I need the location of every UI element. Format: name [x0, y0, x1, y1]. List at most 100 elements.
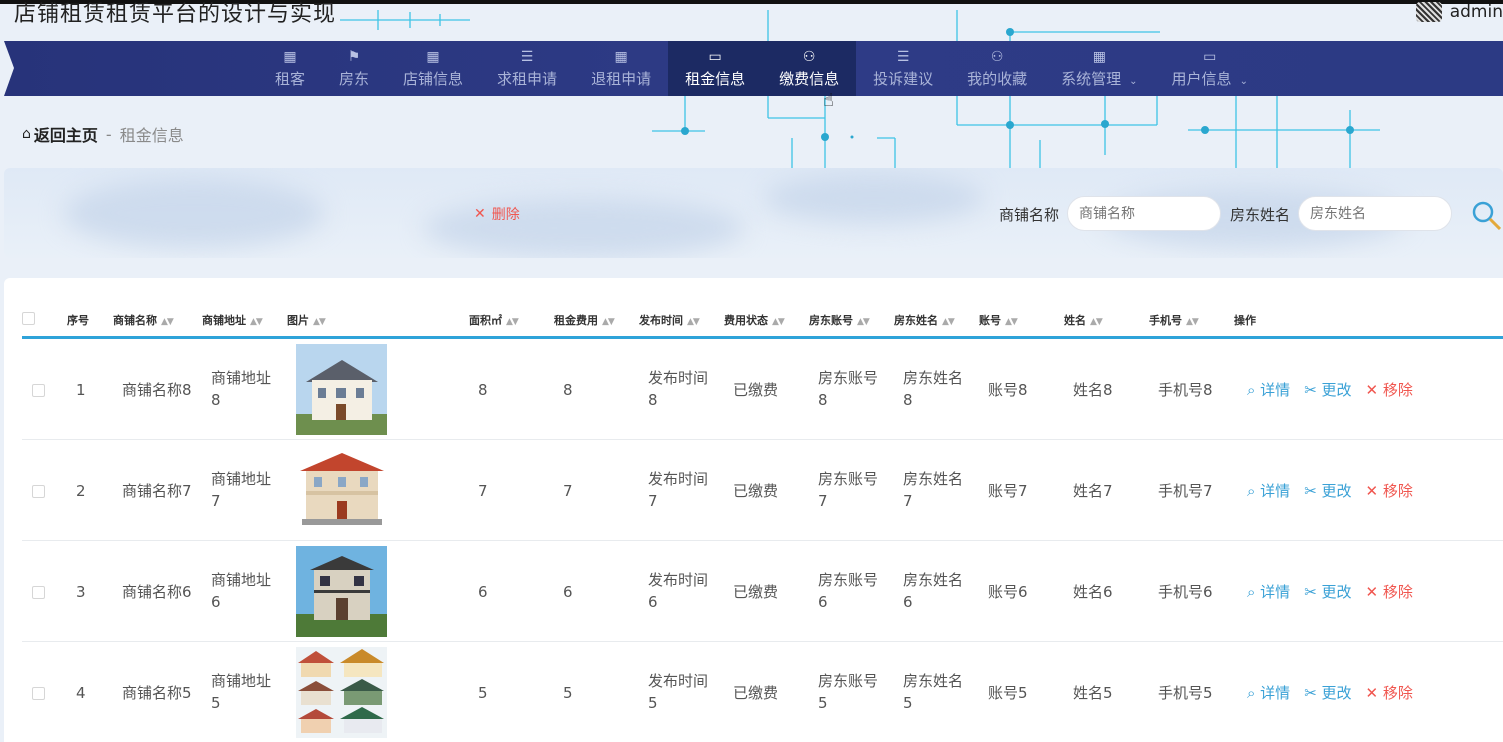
scissors-icon: ✂: [1304, 684, 1322, 702]
cell-account: 账号5: [988, 684, 1028, 702]
row-checkbox[interactable]: [32, 384, 45, 397]
cell-shop-address: 商铺地址 8: [211, 367, 271, 411]
cell-line: 8: [648, 391, 658, 409]
remove-button[interactable]: ✕ 移除: [1366, 682, 1413, 703]
column-header-label: 姓名: [1064, 314, 1086, 327]
edit-button[interactable]: ✂ 更改: [1304, 480, 1351, 501]
column-header-fee-status[interactable]: 费用状态 ▲▼: [724, 312, 785, 328]
landlord-name-input[interactable]: [1298, 196, 1452, 231]
nav-item-lease-termination[interactable]: ▦ 退租申请: [574, 41, 668, 96]
column-header-area[interactable]: 面积㎡ ▲▼: [469, 312, 519, 328]
cell-line: 房东账号: [818, 672, 879, 690]
edit-button[interactable]: ✂ 更改: [1304, 379, 1351, 400]
user-menu[interactable]: admin: [1415, 2, 1503, 22]
search-icon[interactable]: [1471, 200, 1501, 230]
table-row: 1 商铺名称8 商铺地址 8 8 8 发布时间 8 已缴费 房东账号 8 房东姓名 8 账号8 姓名8 手机号…: [22, 339, 1503, 440]
shop-thumbnail[interactable]: [296, 445, 387, 536]
column-header-label: 费用状态: [724, 314, 768, 327]
cell-line: 8: [903, 391, 913, 409]
column-header-rent[interactable]: 租金费用 ▲▼: [554, 312, 615, 328]
nav-item-rent-info[interactable]: ▭ 租金信息: [668, 41, 763, 96]
column-header-landlord-account[interactable]: 房东账号 ▲▼: [809, 312, 870, 328]
mouse-pointer-icon: ☝: [823, 90, 834, 111]
row-checkbox[interactable]: [32, 687, 45, 700]
nav-item-rent-request[interactable]: ☰ 求租申请: [480, 41, 574, 96]
close-icon: ✕: [1365, 381, 1383, 399]
column-header-image[interactable]: 图片 ▲▼: [287, 312, 326, 328]
sort-icon: ▲▼: [161, 317, 174, 327]
cell-line: 7: [648, 492, 658, 510]
nav-item-label: 缴费信息: [779, 70, 840, 88]
cell-line: 房东账号: [818, 369, 879, 387]
column-header-publish-time[interactable]: 发布时间 ▲▼: [639, 312, 700, 328]
nav-item-landlord[interactable]: ⚑ 房东: [322, 41, 386, 96]
scissors-icon: ✂: [1304, 381, 1322, 399]
cell-line: 发布时间: [648, 470, 709, 488]
nav-item-tenant[interactable]: ▦ 租客: [258, 41, 322, 96]
nav-item-favorites[interactable]: ⚇ 我的收藏: [950, 41, 1044, 96]
zoom-icon: ⌕: [1247, 482, 1261, 500]
view-detail-button[interactable]: ⌕ 详情: [1247, 379, 1290, 400]
column-header-shop-address[interactable]: 商铺地址 ▲▼: [202, 312, 263, 328]
cell-line: 7: [211, 492, 221, 510]
column-header-label: 租金费用: [554, 314, 598, 327]
nav-item-label-row: 系统管理 ⌄: [1061, 68, 1137, 89]
shop-thumbnail[interactable]: [296, 546, 387, 637]
column-header-account[interactable]: 账号 ▲▼: [979, 312, 1018, 328]
cell-phone: 手机号5: [1158, 684, 1213, 702]
cell-line: 6: [648, 593, 658, 611]
edit-button[interactable]: ✂ 更改: [1304, 682, 1351, 703]
remove-button[interactable]: ✕ 移除: [1366, 581, 1413, 602]
view-detail-button[interactable]: ⌕ 详情: [1247, 581, 1290, 602]
cell-line: 房东姓名: [903, 369, 964, 387]
shop-thumbnail[interactable]: [296, 344, 387, 435]
cell-landlord-account: 房东账号 8: [818, 367, 878, 411]
shop-name-input[interactable]: [1067, 196, 1221, 231]
row-checkbox[interactable]: [32, 586, 45, 599]
nav-item-label: 店铺信息: [403, 70, 464, 88]
nav-item-shop-info[interactable]: ▦ 店铺信息: [386, 41, 480, 96]
batch-delete-button[interactable]: ✕ 删除: [474, 204, 520, 224]
edit-label: 更改: [1321, 684, 1352, 702]
cell-rent: 7: [563, 482, 573, 500]
column-header-shop-name[interactable]: 商铺名称 ▲▼: [113, 312, 174, 328]
sort-icon: ▲▼: [1186, 317, 1199, 327]
cell-name: 姓名7: [1073, 482, 1113, 500]
cell-account: 账号6: [988, 583, 1028, 601]
column-header-name[interactable]: 姓名 ▲▼: [1064, 312, 1103, 328]
view-detail-button[interactable]: ⌕ 详情: [1247, 480, 1290, 501]
breadcrumb-home-link[interactable]: 返回主页: [34, 122, 98, 146]
close-icon: ✕: [1365, 482, 1383, 500]
edit-button[interactable]: ✂ 更改: [1304, 581, 1351, 602]
user-icon: ⚇: [802, 49, 816, 65]
cell-line: 商铺地址: [211, 369, 272, 387]
remove-button[interactable]: ✕ 移除: [1366, 480, 1413, 501]
sort-icon: ▲▼: [772, 317, 785, 327]
remove-label: 移除: [1382, 583, 1413, 601]
cell-landlord-name: 房东姓名 8: [903, 367, 963, 411]
chevron-down-icon: ⌄: [1129, 76, 1138, 87]
nav-item-user-info[interactable]: ▭ 用户信息 ⌄: [1155, 41, 1265, 96]
shop-thumbnail[interactable]: [296, 647, 387, 738]
cell-line: 商铺地址: [211, 672, 272, 690]
cell-area: 5: [478, 684, 488, 702]
cell-line: 5: [211, 694, 221, 712]
delete-label: 删除: [491, 207, 520, 223]
remove-label: 移除: [1382, 684, 1413, 702]
nav-item-payment-info[interactable]: ⚇ 缴费信息: [762, 41, 857, 96]
row-checkbox[interactable]: [32, 485, 45, 498]
nav-item-complaints[interactable]: ☰ 投诉建议: [856, 41, 950, 96]
cell-landlord-name: 房东姓名 6: [903, 569, 963, 613]
cell-line: 5: [648, 694, 658, 712]
nav-item-system-management[interactable]: ▦ 系统管理 ⌄: [1044, 41, 1154, 96]
column-header-landlord-name[interactable]: 房东姓名 ▲▼: [894, 312, 955, 328]
column-header-phone[interactable]: 手机号 ▲▼: [1149, 312, 1199, 328]
select-all-checkbox[interactable]: [22, 312, 35, 325]
remove-button[interactable]: ✕ 移除: [1366, 379, 1413, 400]
view-detail-button[interactable]: ⌕ 详情: [1247, 682, 1290, 703]
cell-shop-name: 商铺名称8: [122, 381, 192, 399]
cell-landlord-name: 房东姓名 5: [903, 670, 963, 714]
nav-item-label: 租客: [275, 70, 306, 88]
close-icon: ✕: [1365, 684, 1383, 702]
shop-name-label: 商铺名称: [999, 206, 1060, 224]
